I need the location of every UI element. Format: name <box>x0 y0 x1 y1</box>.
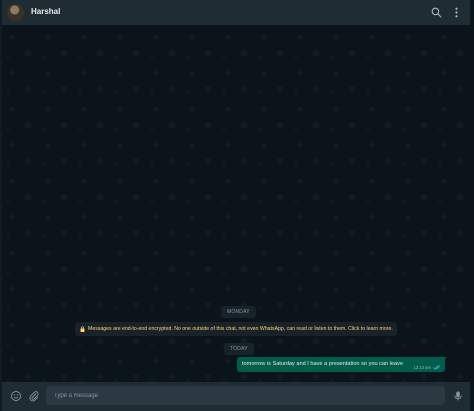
double-check-icon <box>433 365 441 370</box>
microphone-icon[interactable] <box>452 390 464 402</box>
avatar[interactable] <box>7 4 24 21</box>
lock-icon <box>80 326 85 332</box>
outgoing-message[interactable]: tomorrow is Saturday and I have a presen… <box>237 357 445 372</box>
encryption-notice[interactable]: Messages are end-to-end encrypted. No on… <box>75 322 397 336</box>
attach-icon[interactable] <box>28 390 40 402</box>
date-separator-today: TODAY <box>224 343 254 355</box>
message-time: 12:14 am <box>413 365 431 370</box>
kebab-menu-icon[interactable] <box>450 6 463 19</box>
chat-header[interactable]: Harshal <box>2 0 470 25</box>
message-list[interactable]: MONDAY Messages are end-to-end encrypted… <box>2 25 470 382</box>
whatsapp-chat-window: Harshal MONDAY Messages are end-to-end e… <box>2 0 470 411</box>
search-icon[interactable] <box>430 6 443 19</box>
window-scrollbar[interactable] <box>470 0 474 411</box>
message-composer <box>2 382 470 411</box>
message-meta: 12:14 am <box>414 365 441 370</box>
message-text: tomorrow is Saturday and I have a presen… <box>242 361 404 367</box>
encryption-notice-text: Messages are end-to-end encrypted. No on… <box>88 326 393 332</box>
message-input[interactable] <box>46 386 445 405</box>
date-separator-monday: MONDAY <box>221 306 256 318</box>
contact-name[interactable]: Harshal <box>31 7 60 16</box>
emoji-icon[interactable] <box>10 390 22 402</box>
